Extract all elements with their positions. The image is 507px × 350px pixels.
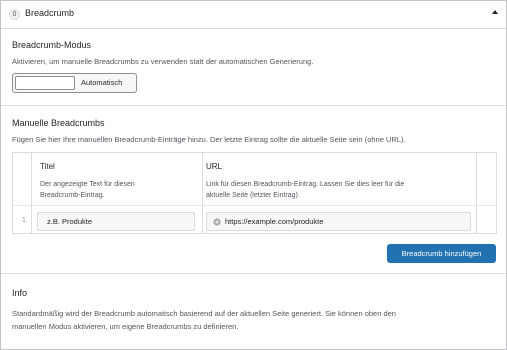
row-divider bbox=[13, 205, 496, 206]
column-divider bbox=[476, 153, 477, 233]
divider bbox=[1, 273, 506, 274]
column-desc-url-2: aktuelle Seite (letzter Eintrag). bbox=[206, 192, 300, 199]
breadcrumb-table: Titel Der angezeigte Text für diesen Bre… bbox=[12, 152, 497, 234]
column-desc-title-2: Breadcrumb-Eintrag. bbox=[40, 192, 105, 199]
globe-icon bbox=[213, 218, 221, 226]
column-divider bbox=[202, 153, 203, 233]
mode-input[interactable] bbox=[15, 76, 75, 90]
mode-description: Aktivieren, um manuelle Breadcrumbs zu v… bbox=[12, 57, 314, 66]
row-number: 1 bbox=[22, 217, 26, 224]
column-desc-title-1: Der angezeigte Text für diesen bbox=[40, 181, 135, 188]
count-badge: 0 bbox=[9, 9, 20, 20]
url-input[interactable]: https://example.com/produkte bbox=[206, 212, 471, 231]
divider bbox=[1, 105, 506, 106]
manual-description: Fügen Sie hier Ihre manuellen Breadcrumb… bbox=[12, 135, 406, 144]
mode-title: Breadcrumb-Modus bbox=[12, 40, 92, 50]
breadcrumb-panel: 0 Breadcrumb Breadcrumb-Modus Aktivieren… bbox=[0, 0, 507, 350]
add-breadcrumb-button[interactable]: Breadcrumb hinzufügen bbox=[387, 244, 496, 263]
title-placeholder: z.B. Produkte bbox=[47, 217, 93, 226]
column-desc-url-1: Link für diesen Breadcrumb-Eintrag. Lass… bbox=[206, 181, 405, 188]
panel-title: Breadcrumb bbox=[25, 8, 75, 18]
manual-title: Manuelle Breadcrumbs bbox=[12, 118, 105, 128]
title-input[interactable]: z.B. Produkte bbox=[37, 212, 195, 231]
mode-toggle[interactable]: Automatisch bbox=[12, 73, 137, 93]
info-title: Info bbox=[12, 288, 28, 298]
column-header-title: Titel bbox=[40, 162, 55, 171]
info-line-2: manuellen Modus aktivieren, um eigene Br… bbox=[12, 322, 239, 331]
automatic-button[interactable]: Automatisch bbox=[81, 78, 122, 87]
arrow-up-icon[interactable] bbox=[492, 10, 498, 14]
column-header-url: URL bbox=[206, 162, 223, 171]
info-line-1: Standardmäßig wird der Breadcrumb automa… bbox=[12, 309, 396, 318]
column-divider bbox=[31, 153, 32, 233]
panel-header[interactable]: 0 Breadcrumb bbox=[1, 1, 506, 29]
url-placeholder: https://example.com/produkte bbox=[225, 217, 324, 226]
